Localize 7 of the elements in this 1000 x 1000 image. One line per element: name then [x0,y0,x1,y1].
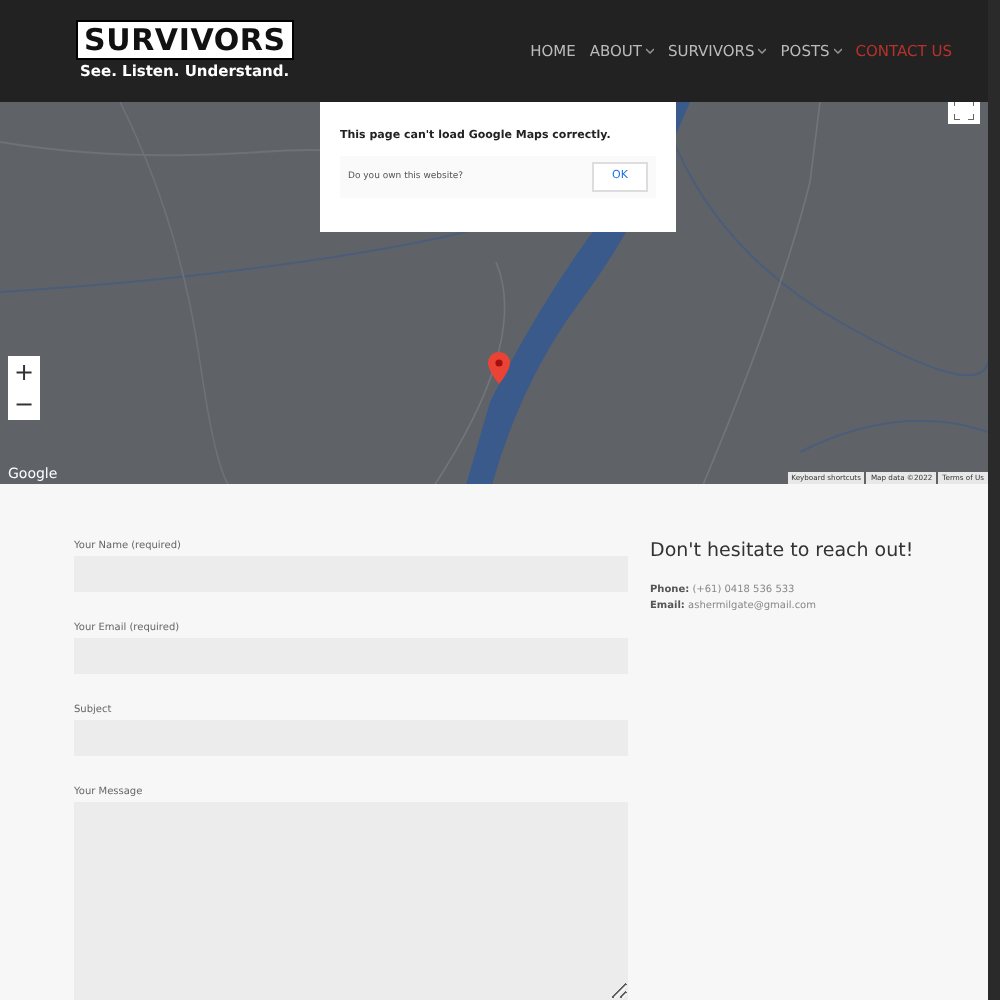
map-pin-icon[interactable] [488,351,510,384]
logo-title[interactable]: SURVIVORS [76,20,294,61]
message-field[interactable] [74,802,628,1000]
caret-icon [758,48,767,55]
caret-icon [833,48,842,55]
contact-heading: Don't hesitate to reach out! [650,540,914,562]
caret-icon [645,48,654,55]
